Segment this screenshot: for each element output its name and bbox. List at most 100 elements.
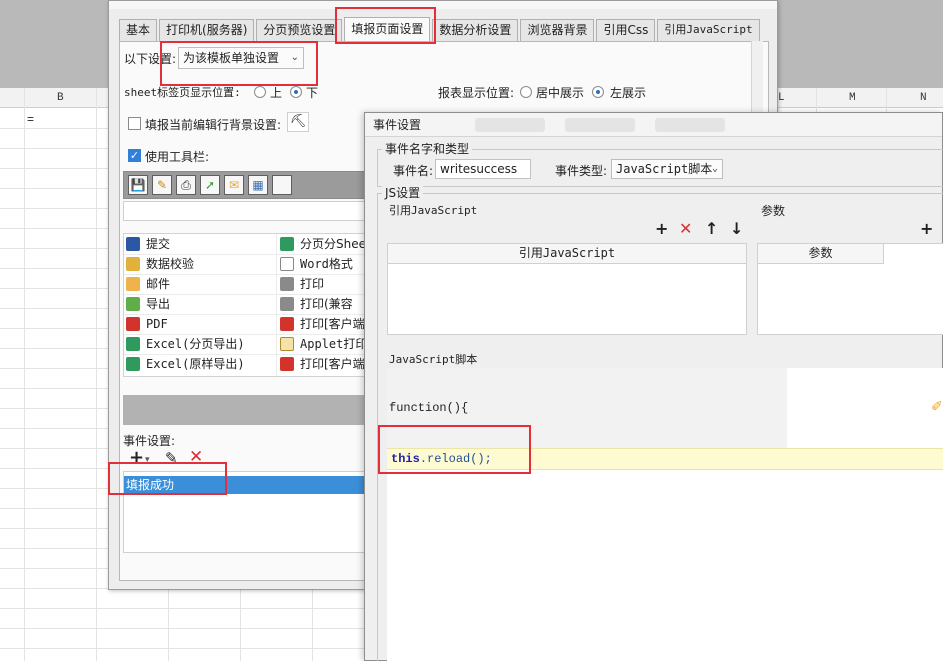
list-item[interactable]: 数据校验 [126, 254, 194, 274]
delete-script-icon[interactable]: ✕ [679, 221, 692, 237]
tab-printer-server[interactable]: 打印机(服务器) [159, 19, 255, 41]
event-list: 填报成功 [123, 471, 379, 553]
save-icon [126, 237, 140, 251]
list-item[interactable]: 提交 [126, 234, 170, 254]
chevron-down-icon[interactable]: ▾ [145, 455, 150, 465]
brush-icon: ✐ [931, 399, 943, 415]
export-icon [126, 297, 140, 311]
list-item-label: Excel(分页导出) [146, 337, 245, 351]
list-divider [276, 234, 277, 376]
scope-select-value: 为该模板单独设置 [183, 51, 280, 65]
move-up-icon[interactable]: ↑ [705, 221, 718, 237]
list-item[interactable]: 打印[客户端 [280, 314, 365, 334]
tab-fill-page-settings[interactable]: 填报页面设置 [344, 17, 431, 41]
tab-browser-background[interactable]: 浏览器背景 [520, 19, 595, 41]
validate-icon[interactable]: ✎ [152, 175, 172, 195]
blank-icon[interactable] [272, 175, 292, 195]
name-type-group-title: 事件名字和类型 [382, 142, 473, 156]
add-script-icon[interactable]: + [655, 221, 668, 237]
radio-report-left[interactable] [592, 86, 604, 98]
print-icon[interactable]: ⎙ [176, 175, 196, 195]
move-down-icon[interactable]: ↓ [730, 221, 743, 237]
params-label: 参数 [761, 204, 786, 218]
ref-js-label: 引用JavaScript [389, 204, 478, 217]
sheet-tab-position-label: sheet标签页显示位置: [124, 86, 241, 99]
use-toolbar-label: 使用工具栏: [145, 150, 210, 164]
word-icon [280, 257, 294, 271]
column-header-n[interactable]: N [920, 92, 927, 104]
list-item[interactable]: Excel(原样导出) [126, 354, 245, 374]
list-item-label: 打印[客户端 [300, 317, 365, 331]
save-icon[interactable]: 💾 [128, 175, 148, 195]
ref-js-column-header: 引用JavaScript [388, 244, 746, 264]
tab-data-analysis[interactable]: 数据分析设置 [432, 19, 519, 41]
column-header-l[interactable]: L [778, 92, 785, 104]
list-item-label: 打印[客户端 [300, 357, 365, 371]
background-tab-ghost [565, 118, 635, 132]
event-settings-dialog: 事件设置 事件名字和类型 事件名: writesuccess 事件类型: Jav… [364, 112, 943, 661]
list-item-label: 打印(兼容 [300, 297, 353, 311]
list-item-label: PDF [146, 317, 168, 331]
print-icon [280, 297, 294, 311]
list-item-label: Word格式 [300, 257, 353, 271]
tab-ref-css[interactable]: 引用Css [596, 19, 656, 41]
list-item[interactable]: Excel(分页导出) [126, 334, 245, 354]
tab-ref-javascript[interactable]: 引用JavaScript [657, 19, 760, 41]
list-item[interactable]: Word格式 [280, 254, 353, 274]
pdf-icon [280, 317, 294, 331]
params-table[interactable]: 参数 [757, 243, 943, 335]
add-event-icon[interactable]: + [129, 449, 144, 467]
cell-b1[interactable]: = [27, 112, 34, 126]
excel-icon [280, 237, 294, 251]
structure-icon[interactable]: ▦ [248, 175, 268, 195]
code-function-head: function(){ [389, 401, 469, 415]
tab-basic[interactable]: 基本 [119, 19, 158, 41]
use-toolbar-checkbox[interactable]: ✓ [128, 149, 141, 162]
list-item[interactable]: 邮件 [126, 274, 170, 294]
print-icon [280, 277, 294, 291]
settings-tab-bar: 基本 打印机(服务器) 分页预览设置 填报页面设置 数据分析设置 浏览器背景 引… [119, 17, 762, 41]
list-item-label: 分页分Sheet [300, 237, 371, 251]
event-type-label: 事件类型: [555, 164, 608, 178]
tab-page-preview[interactable]: 分页预览设置 [256, 19, 343, 41]
paint-bucket-icon[interactable]: ⛏ [287, 112, 309, 132]
list-item[interactable]: 打印(兼容 [280, 294, 353, 314]
list-item[interactable]: 分页分Sheet [280, 234, 371, 254]
column-header-m[interactable]: M [849, 92, 856, 104]
fill-row-bg-checkbox[interactable] [128, 117, 141, 130]
ref-js-table[interactable]: 引用JavaScript [387, 243, 747, 335]
code-body-line: this.reload(); [391, 452, 492, 466]
validate-icon [126, 257, 140, 271]
list-item[interactable]: PDF [126, 314, 168, 334]
radio-report-center[interactable] [520, 86, 532, 98]
delete-x-icon[interactable]: ✕ [189, 449, 203, 466]
window-titlebar [109, 1, 777, 9]
email-icon[interactable]: ✉ [224, 175, 244, 195]
applet-icon [280, 337, 294, 351]
radio-sheet-tab-top[interactable] [254, 86, 266, 98]
grid-line [24, 88, 25, 661]
list-item[interactable]: 打印 [280, 274, 324, 294]
edit-pencil-icon[interactable]: ✎ [165, 450, 178, 466]
chevron-down-icon: ⌄ [711, 163, 718, 174]
excel-icon [126, 337, 140, 351]
script-label: JavaScript脚本 [389, 353, 478, 366]
event-name-input[interactable]: writesuccess [435, 159, 531, 179]
add-param-icon[interactable]: + [920, 221, 933, 237]
code-keyword-this: this [391, 452, 420, 466]
column-header-b[interactable]: B [57, 92, 64, 104]
code-reload-call: .reload(); [419, 452, 492, 466]
event-item-write-success[interactable]: 填报成功 [124, 476, 378, 494]
list-item[interactable]: 导出 [126, 294, 170, 314]
dialog-title: 事件设置 [365, 113, 942, 137]
scope-select[interactable]: 为该模板单独设置 ⌄ [178, 47, 304, 69]
radio-sheet-tab-bottom-label: 下 [306, 86, 319, 100]
radio-report-left-label: 左展示 [610, 86, 647, 100]
fill-row-bg-label: 填报当前编辑行背景设置: [145, 118, 282, 132]
list-item[interactable]: Applet打印 [280, 334, 367, 354]
toolbar-preview-strip: 💾 ✎ ⎙ ➚ ✉ ▦ [123, 171, 393, 199]
export-icon[interactable]: ➚ [200, 175, 220, 195]
radio-sheet-tab-bottom[interactable] [290, 86, 302, 98]
event-type-select[interactable]: JavaScript脚本 ⌄ [611, 159, 723, 179]
list-item[interactable]: 打印[客户端 [280, 354, 365, 374]
